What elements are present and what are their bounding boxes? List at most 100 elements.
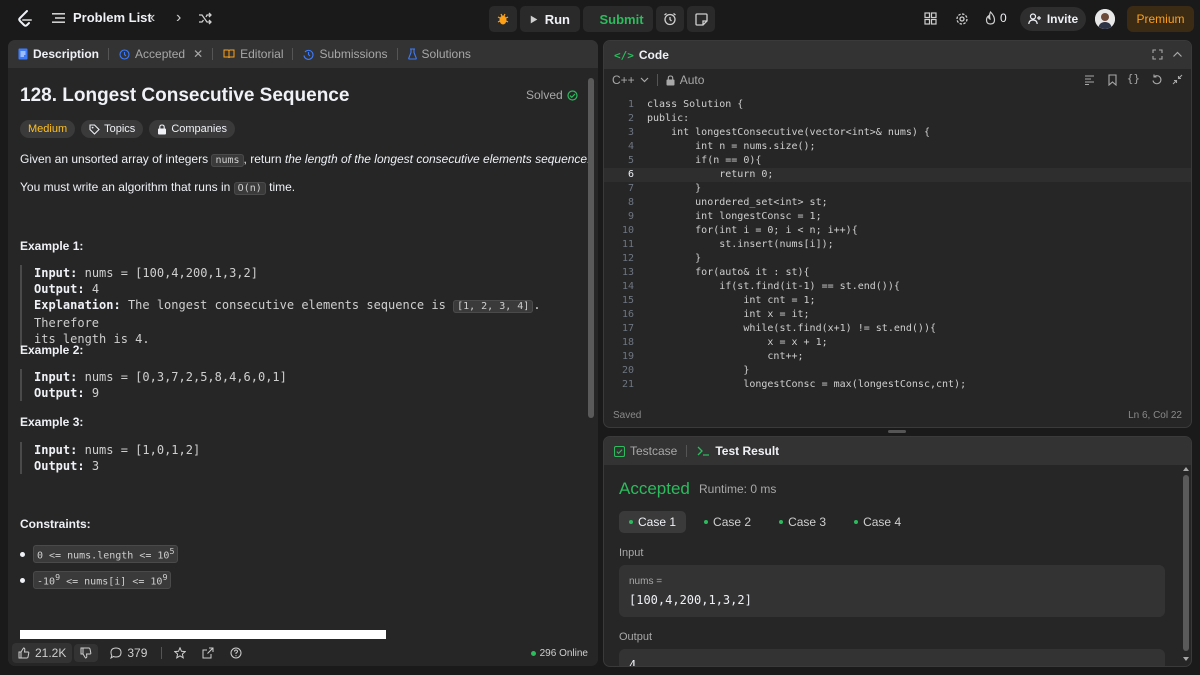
run-button[interactable]: Run — [520, 6, 580, 32]
code-line: 11 st.insert(nums[i]); — [621, 239, 834, 250]
test-tabs: Testcase Test Result — [604, 437, 1191, 465]
code-line-text: int longestConsc = 1; — [647, 211, 822, 222]
comments-button[interactable]: 379 — [110, 646, 147, 660]
play-icon — [530, 15, 538, 23]
output-label: Output: — [34, 386, 85, 400]
leetcode-logo-icon[interactable] — [14, 8, 36, 30]
output-label: Output: — [34, 282, 85, 296]
next-problem-icon[interactable]: › — [176, 9, 181, 27]
case-tab-1[interactable]: Case 1 — [619, 511, 687, 533]
test-result-panel: Testcase Test Result Accepted Runtime: 0… — [603, 436, 1192, 667]
tab-solutions[interactable]: Solutions — [398, 47, 471, 61]
case-tab-2[interactable]: Case 2 — [694, 511, 761, 533]
dislike-button[interactable] — [74, 644, 99, 662]
debug-button[interactable] — [489, 6, 517, 32]
companies-chip[interactable]: Companies — [149, 120, 235, 138]
divider — [161, 647, 163, 659]
auto-mode-toggle[interactable]: Auto — [666, 73, 705, 87]
tab-description[interactable]: Description — [8, 47, 99, 61]
close-icon[interactable]: ✕ — [193, 47, 203, 61]
description-footer: 21.2K 379 296 Online — [8, 640, 598, 666]
code-line: 7 } — [627, 183, 702, 194]
code-line: 18 x = x + 1; — [621, 337, 828, 348]
star-icon[interactable] — [174, 647, 187, 659]
result-scrollbar[interactable] — [1182, 465, 1190, 665]
pass-dot — [704, 520, 709, 524]
streak-counter[interactable]: 0 — [985, 11, 1007, 25]
tab-testcase-label: Testcase — [630, 444, 678, 458]
case-tab-3[interactable]: Case 3 — [769, 511, 836, 533]
description-scrollbar[interactable] — [588, 78, 594, 418]
submit-button[interactable]: Submit — [583, 6, 653, 32]
inline-code: 0 <= nums.length <= 105 — [33, 545, 179, 563]
streak-count: 0 — [1000, 11, 1007, 25]
tab-editorial[interactable]: Editorial — [213, 47, 283, 61]
constraint-exponent: 5 — [169, 546, 175, 557]
problem-list-button[interactable]: Problem List — [52, 10, 152, 25]
notes-button[interactable] — [687, 6, 715, 32]
constraint-text: -10 — [37, 576, 56, 588]
language-select[interactable]: C++ — [612, 73, 649, 87]
shuffle-icon[interactable] — [198, 12, 212, 25]
document-icon — [18, 48, 28, 60]
example-output: Output: 3 — [34, 458, 580, 474]
topics-chip[interactable]: Topics — [81, 120, 144, 138]
format-icon[interactable] — [1084, 75, 1095, 85]
input-label: Input: — [34, 266, 78, 280]
help-icon[interactable] — [230, 647, 242, 659]
previous-problem-icon[interactable]: ‹ — [150, 9, 155, 27]
tab-test-result[interactable]: Test Result — [687, 444, 779, 458]
code-line-text: st.insert(nums[i]); — [647, 239, 834, 250]
code-editor[interactable]: 1 class Solution { 2 public: 3 int longest… — [604, 96, 1191, 396]
tab-testcase[interactable]: Testcase — [604, 444, 677, 458]
inline-code: -109 <= nums[i] <= 109 — [33, 571, 172, 589]
cursor-position: Ln 6, Col 22 — [1128, 410, 1182, 421]
example-title: Example 2: — [20, 343, 84, 357]
output-value: 9 — [91, 386, 100, 400]
tab-editorial-label: Editorial — [240, 47, 284, 61]
premium-button[interactable]: Premium — [1127, 6, 1194, 32]
page-title: 128. Longest Consecutive Sequence — [20, 85, 350, 106]
maximize-icon[interactable] — [1152, 49, 1163, 60]
tab-accepted[interactable]: Accepted ✕ — [109, 47, 203, 61]
code-line-text: for(auto& it : st){ — [647, 267, 810, 278]
avatar[interactable] — [1095, 9, 1115, 29]
code-line: 10 for(int i = 0; i < n; i++){ — [621, 225, 858, 236]
example-block: Input: nums = [0,3,7,2,5,8,4,6,0,1] Outp… — [20, 369, 580, 401]
history-icon — [119, 48, 130, 60]
code-line: 4 int n = nums.size(); — [627, 141, 816, 152]
code-line-text: public: — [647, 113, 690, 124]
white-highlight-bar — [20, 630, 386, 639]
braces-icon[interactable]: {} — [1127, 72, 1140, 85]
language-label: C++ — [612, 73, 635, 87]
statement-text: time. — [269, 180, 296, 194]
layout-grid-icon[interactable] — [924, 12, 937, 25]
lock-icon — [158, 123, 167, 134]
code-line-text: if(n == 0){ — [647, 155, 762, 166]
reset-icon[interactable] — [1151, 74, 1163, 85]
tab-code[interactable]: </> Code — [604, 48, 669, 62]
input-value: nums = [100,4,200,1,3,2] — [84, 266, 258, 280]
bookmark-icon[interactable] — [1108, 74, 1117, 86]
code-line-text: int n = nums.size(); — [647, 141, 816, 152]
case-label: Case 2 — [713, 515, 752, 529]
tab-description-label: Description — [33, 47, 100, 61]
case-tab-4[interactable]: Case 4 — [844, 511, 911, 533]
note-icon — [694, 12, 708, 26]
invite-button[interactable]: Invite — [1020, 7, 1086, 31]
code-line-text: if(st.find(it-1) == st.end()){ — [647, 281, 900, 292]
share-icon[interactable] — [202, 647, 214, 659]
bullet — [20, 551, 25, 557]
auto-mode-label: Auto — [679, 73, 705, 87]
collapse-icon[interactable] — [1172, 74, 1183, 85]
timer-button[interactable] — [656, 6, 684, 32]
constraints-title: Constraints: — [20, 517, 91, 531]
tab-submissions[interactable]: Submissions — [293, 47, 388, 61]
code-line: 14 if(st.find(it-1) == st.end()){ — [621, 281, 900, 292]
like-button[interactable]: 21.2K — [12, 643, 73, 663]
resize-handle[interactable] — [888, 430, 906, 433]
code-line: 15 int cnt = 1; — [621, 295, 816, 306]
tab-solutions-label: Solutions — [421, 47, 471, 61]
gear-icon[interactable] — [955, 12, 969, 26]
chevron-up-icon[interactable] — [1172, 49, 1183, 60]
